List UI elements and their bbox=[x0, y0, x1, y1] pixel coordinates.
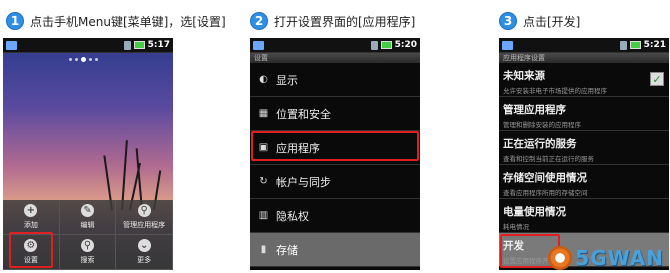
account-sync-icon: ↻ bbox=[259, 176, 268, 187]
status-bar: 5:20 bbox=[250, 38, 420, 53]
watermark-text: 5GWAN bbox=[575, 246, 664, 270]
step-1-header: 1 点击手机Menu键[菜单键]，选[设置] bbox=[6, 10, 226, 32]
settings-item-location-security[interactable]: ▦ 位置和安全 bbox=[250, 97, 420, 131]
settings-item-label: 存储 bbox=[276, 243, 298, 257]
settings-item-privacy[interactable]: ▥ 隐私权 bbox=[250, 199, 420, 233]
screen-title: 设置 bbox=[250, 53, 420, 63]
setting-title: 存储空间使用情况 bbox=[503, 172, 587, 184]
setting-title: 正在运行的服务 bbox=[503, 138, 577, 150]
menu-item-more[interactable]: ⌄ 更多 bbox=[116, 235, 173, 270]
setting-subtitle: 耗电情况 bbox=[503, 223, 529, 231]
display-icon: ◐ bbox=[259, 74, 268, 85]
app-setting-unknown-sources[interactable]: 未知来源 允许安装非电子市场提供的应用程序 ✓ bbox=[499, 63, 669, 97]
battery-icon bbox=[133, 41, 145, 49]
watermark-logo-icon bbox=[548, 246, 573, 270]
step-2-text: 打开设置界面的[应用程序] bbox=[274, 14, 416, 29]
status-bar: 5:21 bbox=[499, 38, 669, 53]
sim-icon bbox=[619, 40, 627, 50]
privacy-icon: ▥ bbox=[258, 210, 269, 221]
step-3-text: 点击[开发] bbox=[523, 14, 581, 29]
setting-title: 未知来源 bbox=[503, 70, 545, 82]
menu-item-label: 搜索 bbox=[80, 256, 95, 264]
unknown-sources-checkbox[interactable]: ✓ bbox=[650, 72, 664, 86]
settings-item-label: 显示 bbox=[276, 73, 298, 87]
tutorial-stage: 1 点击手机Menu键[菜单键]，选[设置] 2 打开设置界面的[应用程序] 3… bbox=[0, 0, 670, 273]
notification-icon bbox=[502, 40, 513, 50]
search-icon: ⚲ bbox=[80, 239, 94, 252]
more-icon: ⌄ bbox=[137, 239, 151, 252]
menu-item-label: 更多 bbox=[137, 256, 152, 264]
step-3-number: 3 bbox=[499, 12, 517, 30]
menu-item-search[interactable]: ⚲ 搜索 bbox=[59, 235, 117, 270]
menu-item-label: 管理应用程序 bbox=[123, 221, 166, 229]
step-2-header: 2 打开设置界面的[应用程序] bbox=[250, 10, 415, 32]
add-icon: + bbox=[24, 204, 38, 217]
page-indicator bbox=[69, 57, 98, 62]
settings-item-label: 帐户与同步 bbox=[276, 175, 331, 189]
battery-icon bbox=[629, 41, 641, 49]
menu-item-add[interactable]: + 添加 bbox=[3, 200, 60, 235]
watermark: 5GWAN bbox=[548, 246, 664, 270]
setting-title: 管理应用程序 bbox=[503, 104, 566, 116]
app-setting-manage-apps[interactable]: 管理应用程序 管理和删除安装的应用程序 bbox=[499, 97, 669, 131]
battery-icon bbox=[380, 41, 392, 49]
menu-item-edit[interactable]: ✎ 编辑 bbox=[59, 200, 117, 235]
status-bar: 5:17 bbox=[3, 38, 173, 53]
phone-1-home-screen: 5:17 + 添加 ✎ 编辑 ⚲ 管理应用程序 ⚙ 设置 ⚲ 搜索 ⌄ 更多 bbox=[3, 38, 173, 270]
settings-item-storage[interactable]: ▮ 存储 bbox=[250, 233, 420, 267]
settings-list: ◐ 显示 ▦ 位置和安全 ▣ 应用程序 ↻ 帐户与同步 ▥ 隐私权 ▮ 存储 bbox=[250, 63, 420, 267]
app-setting-running-services[interactable]: 正在运行的服务 查看和控制当前正在运行的服务 bbox=[499, 131, 669, 165]
edit-icon: ✎ bbox=[80, 204, 94, 217]
sim-icon bbox=[370, 40, 378, 50]
setting-subtitle: 允许安装非电子市场提供的应用程序 bbox=[503, 87, 607, 95]
highlight-box-settings bbox=[9, 232, 53, 268]
status-time: 5:20 bbox=[394, 40, 417, 50]
settings-item-label: 位置和安全 bbox=[276, 107, 331, 121]
highlight-box-applications bbox=[251, 131, 419, 161]
storage-icon: ▮ bbox=[260, 244, 267, 255]
app-setting-storage-use[interactable]: 存储空间使用情况 查看应用程序所用的存储空间 bbox=[499, 165, 669, 199]
menu-item-label: 添加 bbox=[23, 221, 38, 229]
step-2-number: 2 bbox=[250, 12, 268, 30]
status-time: 5:21 bbox=[643, 40, 666, 50]
setting-subtitle: 查看和控制当前正在运行的服务 bbox=[503, 155, 594, 163]
manage-apps-icon: ⚲ bbox=[137, 204, 151, 217]
phone-3-application-settings: 5:21 应用程序设置 未知来源 允许安装非电子市场提供的应用程序 ✓ 管理应用… bbox=[499, 38, 669, 270]
sim-icon bbox=[123, 40, 131, 50]
phone-2-settings-screen: 5:20 设置 ◐ 显示 ▦ 位置和安全 ▣ 应用程序 ↻ 帐户与同步 ▥ 隐私… bbox=[250, 38, 420, 270]
screen-title: 应用程序设置 bbox=[499, 53, 669, 63]
step-3-header: 3 点击[开发] bbox=[499, 10, 580, 32]
step-1-text: 点击手机Menu键[菜单键]，选[设置] bbox=[30, 14, 226, 29]
setting-subtitle: 管理和删除安装的应用程序 bbox=[503, 121, 581, 129]
menu-item-manage-apps[interactable]: ⚲ 管理应用程序 bbox=[116, 200, 173, 235]
settings-item-display[interactable]: ◐ 显示 bbox=[250, 63, 420, 97]
settings-item-account-sync[interactable]: ↻ 帐户与同步 bbox=[250, 165, 420, 199]
setting-subtitle: 查看应用程序所用的存储空间 bbox=[503, 189, 588, 197]
settings-item-label: 隐私权 bbox=[276, 209, 309, 223]
location-security-icon: ▦ bbox=[258, 108, 269, 119]
menu-item-label: 编辑 bbox=[80, 221, 95, 229]
notification-icon bbox=[253, 40, 264, 50]
step-1-number: 1 bbox=[6, 12, 24, 30]
status-time: 5:17 bbox=[147, 40, 170, 50]
notification-icon bbox=[6, 40, 17, 50]
setting-title: 电量使用情况 bbox=[503, 206, 566, 218]
app-setting-battery-use[interactable]: 电量使用情况 耗电情况 bbox=[499, 199, 669, 233]
